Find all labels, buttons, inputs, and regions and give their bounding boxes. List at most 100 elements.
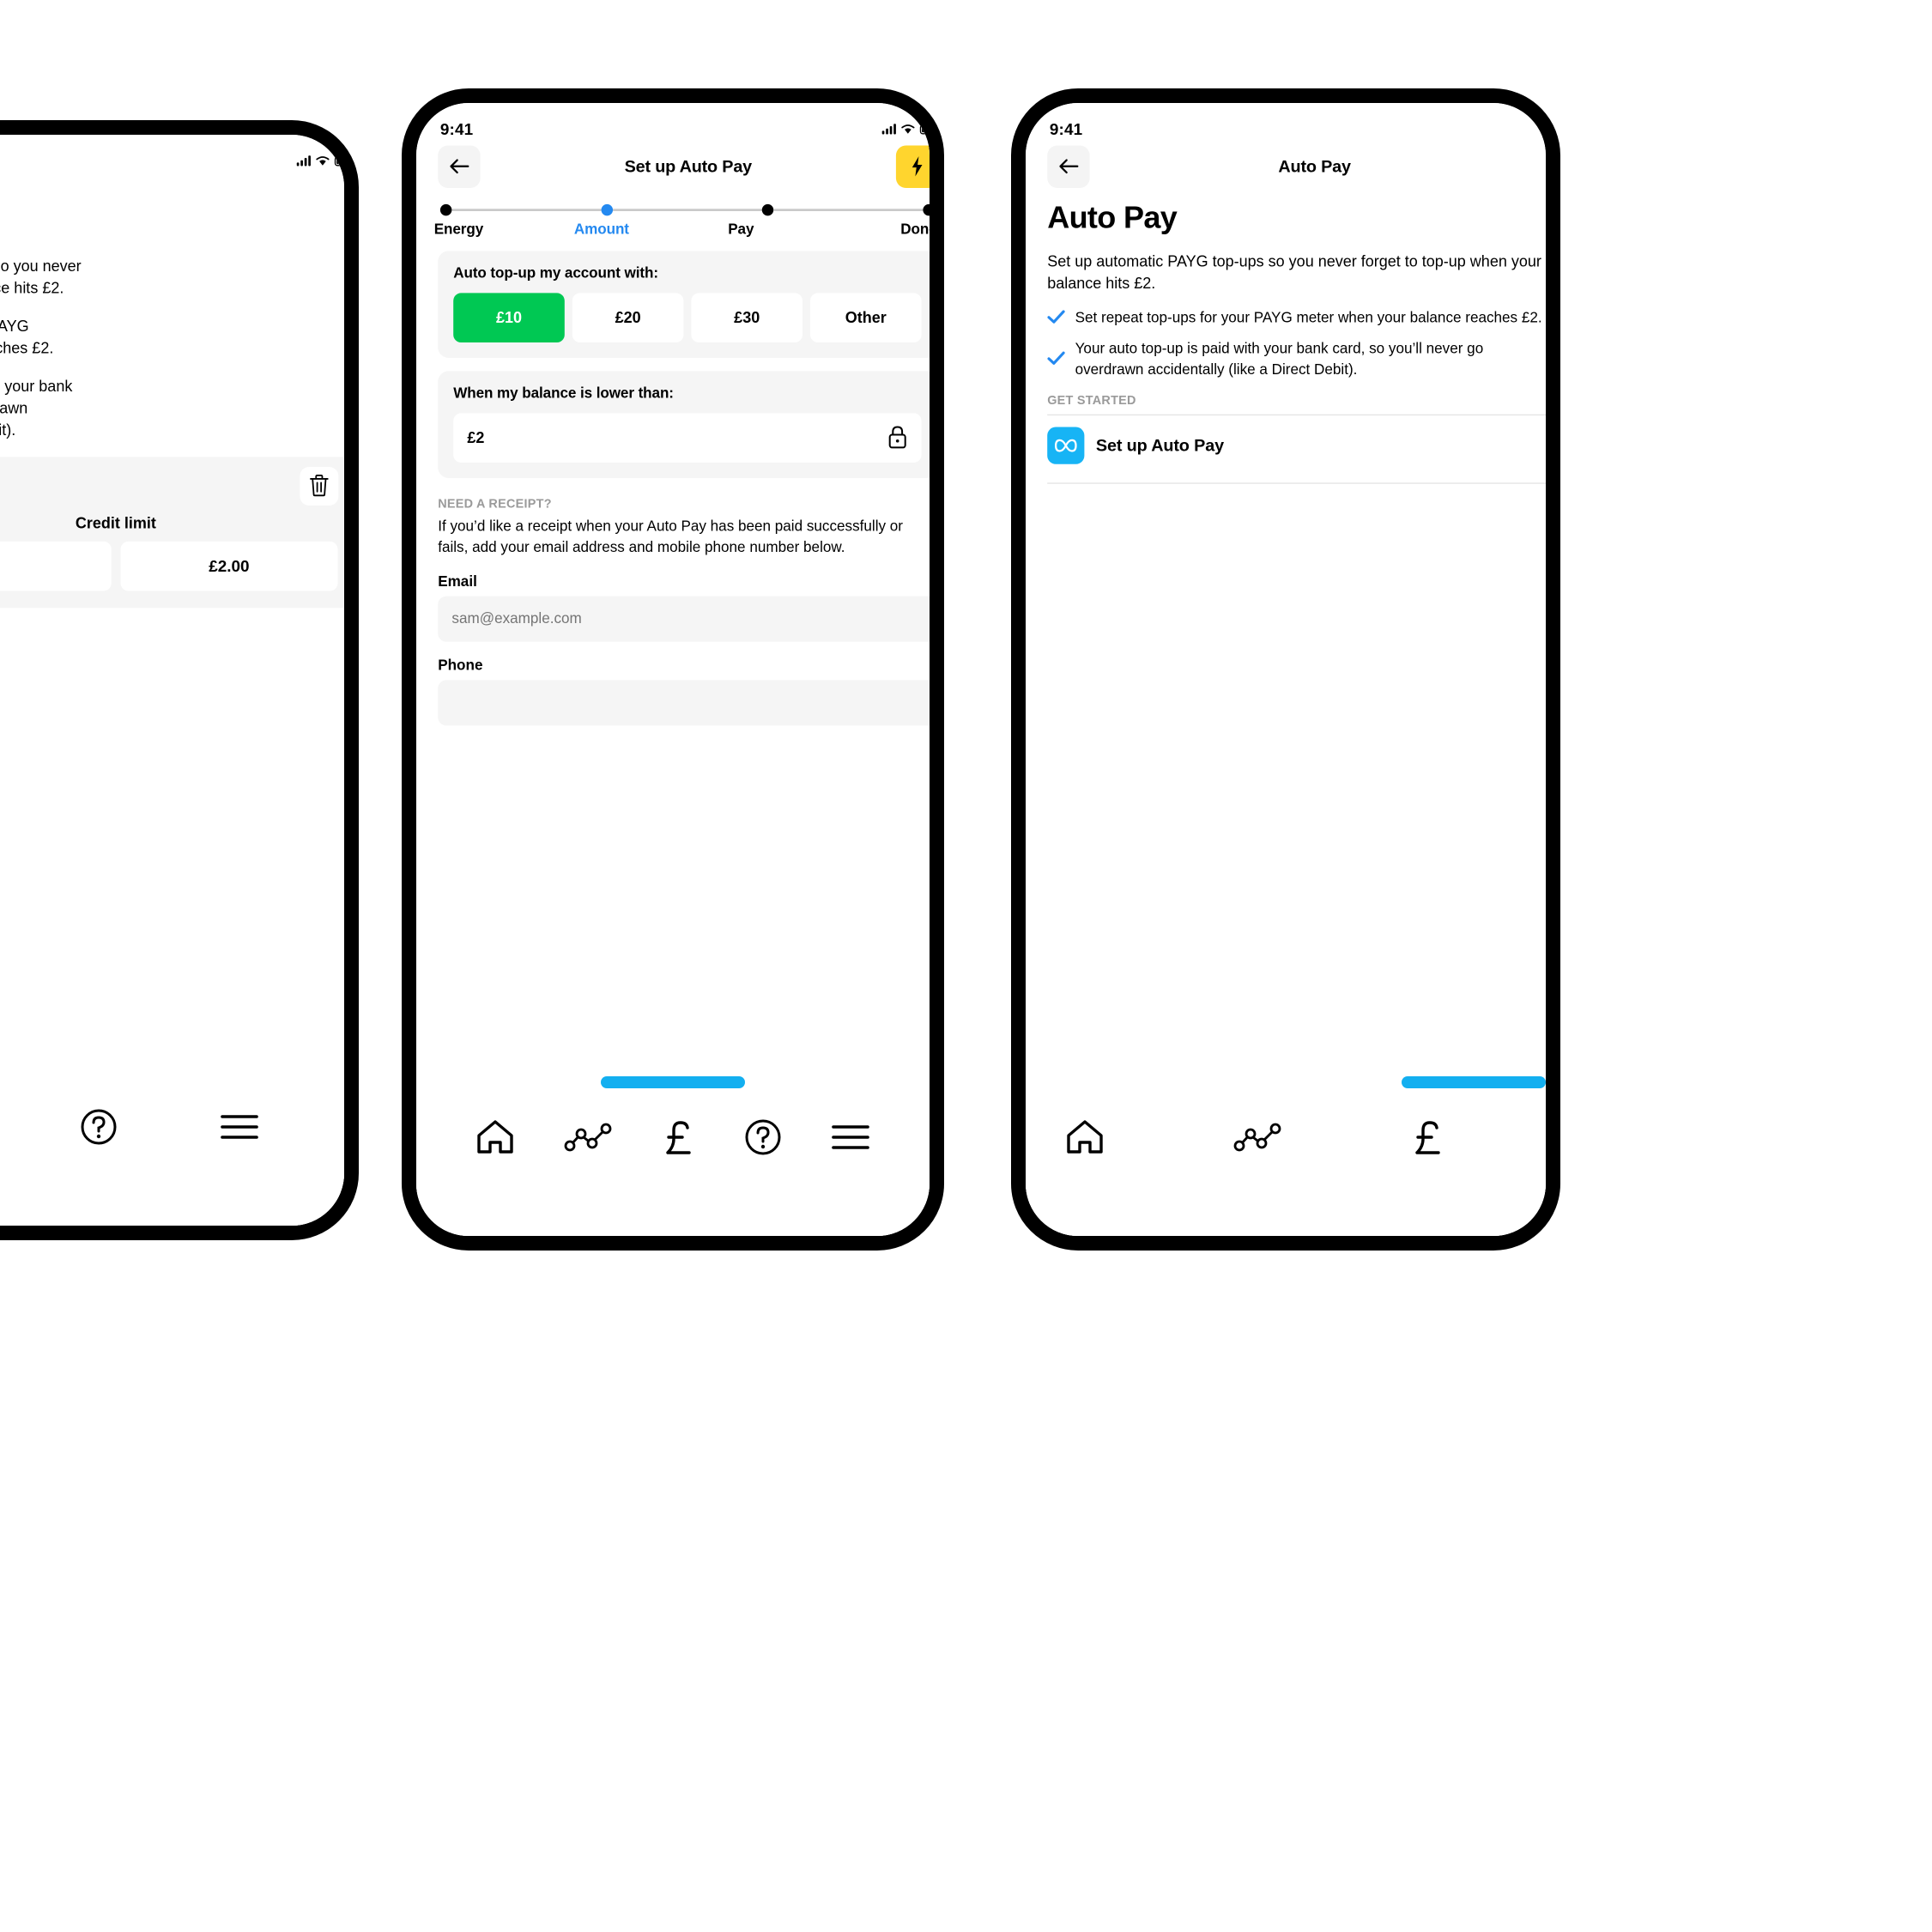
- phone-label: Phone: [438, 657, 483, 674]
- status-time: 9:41: [439, 119, 474, 138]
- auto-pay-intro: Set up automatic PAYG top-ups so you nev…: [1047, 252, 1541, 292]
- get-started-kicker: GET STARTED: [1047, 393, 1136, 408]
- left-copy-1: c PAYG top-ups so you never when your ba…: [0, 257, 82, 297]
- status-bar: 9:41: [1026, 103, 1546, 140]
- balance-threshold-title: When my balance is lower than:: [453, 385, 674, 402]
- signal-bars-icon: [881, 124, 896, 135]
- topup-amount-title: Auto top-up my account with:: [453, 264, 658, 282]
- credit-limit-field-left[interactable]: [0, 541, 112, 591]
- quick-action-button[interactable]: [895, 145, 930, 188]
- amount-option-30[interactable]: £30: [691, 293, 802, 342]
- home-indicator: [601, 1076, 745, 1088]
- list-divider-bottom: [1047, 482, 1546, 484]
- infinity-icon: [1047, 427, 1085, 464]
- phone-input[interactable]: [438, 680, 930, 726]
- right-content: Auto Pay Set up automatic PAYG top-ups s…: [1026, 200, 1546, 484]
- email-input[interactable]: [438, 596, 930, 642]
- tab-pound[interactable]: [661, 1118, 695, 1156]
- trash-icon: [309, 475, 329, 498]
- auto-pay-heading: Auto Pay: [1047, 199, 1178, 234]
- battery-icon: [919, 124, 930, 135]
- tab-usage[interactable]: [564, 1123, 612, 1152]
- wifi-icon: [316, 156, 330, 167]
- tab-usage[interactable]: [1233, 1123, 1281, 1152]
- tab-help[interactable]: [80, 1108, 118, 1146]
- phone-left-screen: Auto Pay c PAYG top-ups so you never whe…: [0, 135, 344, 1226]
- check-icon: [1047, 310, 1065, 326]
- nav-bar: Auto Pay: [0, 172, 344, 218]
- step-dot-done[interactable]: [923, 203, 930, 216]
- middle-content: Auto top-up my account with: £10 £20 £30…: [416, 251, 930, 726]
- step-label-energy: Energy: [433, 221, 484, 238]
- phone-left: Auto Pay c PAYG top-ups so you never whe…: [0, 120, 359, 1240]
- list-item-set-up-auto-pay[interactable]: Set up Auto Pay: [1047, 415, 1546, 475]
- email-label: Email: [438, 573, 477, 590]
- amount-option-other[interactable]: Other: [810, 293, 922, 342]
- receipt-kicker: NEED A RECEIPT?: [438, 496, 552, 511]
- left-copy-3: op-up is paid with your bank ll never go…: [0, 378, 73, 439]
- balance-threshold-card: When my balance is lower than: £2: [438, 371, 930, 478]
- back-arrow-icon: [1058, 158, 1079, 176]
- step-label-amount: Amount: [573, 221, 629, 238]
- step-dot-pay[interactable]: [761, 203, 774, 216]
- delete-button[interactable]: [300, 466, 339, 506]
- tab-pound[interactable]: [1410, 1118, 1444, 1156]
- left-copy-2: op-ups for your PAYG your balance reache…: [0, 318, 54, 357]
- tab-menu[interactable]: [831, 1123, 870, 1152]
- step-label-done: Done: [900, 221, 930, 238]
- amount-option-10[interactable]: £10: [453, 293, 565, 342]
- back-button[interactable]: [438, 145, 481, 188]
- home-indicator: [1402, 1076, 1546, 1088]
- stepper-labels: Energy Amount Pay Done: [434, 221, 930, 238]
- status-bar: [0, 135, 344, 172]
- step-label-pay: Pay: [728, 221, 754, 238]
- back-button[interactable]: [1047, 145, 1090, 188]
- tab-bar: [0, 1063, 344, 1226]
- lightning-bolt-icon: [911, 155, 924, 179]
- credit-limit-card: Credit limit £2.00: [0, 457, 344, 609]
- status-time: 9:41: [1049, 119, 1083, 138]
- step-connector-2: [612, 209, 762, 211]
- benefit-text: Your auto top-up is paid with your bank …: [1075, 340, 1484, 378]
- phone-middle: 9:41 Set up Auto Pay Energy Amount Pay D…: [402, 88, 944, 1251]
- step-connector-3: [773, 209, 924, 211]
- tab-help[interactable]: [744, 1118, 782, 1156]
- amount-options: £10 £20 £30 Other: [453, 293, 922, 342]
- tab-bar: [1026, 1073, 1546, 1236]
- stepper-track: [438, 203, 930, 216]
- back-arrow-icon: [449, 158, 469, 176]
- status-bar: 9:41: [416, 103, 930, 140]
- benefit-text: Set repeat top-ups for your PAYG meter w…: [1075, 309, 1542, 326]
- balance-threshold-field[interactable]: £2: [453, 413, 922, 463]
- credit-limit-label: Credit limit: [75, 514, 156, 532]
- tab-home[interactable]: [475, 1118, 515, 1156]
- screenshot-stage: Auto Pay c PAYG top-ups so you never whe…: [0, 0, 1932, 1932]
- tab-bar: [416, 1073, 930, 1236]
- check-icon: [1047, 351, 1065, 367]
- phone-right-screen: 9:41 Auto Pay Auto Pay Set up automatic …: [1026, 103, 1546, 1236]
- list-item: Set repeat top-ups for your PAYG meter w…: [1047, 307, 1546, 328]
- step-dot-amount[interactable]: [601, 203, 613, 216]
- step-connector-1: [451, 209, 602, 211]
- amount-option-20[interactable]: £20: [572, 293, 684, 342]
- tab-home[interactable]: [1065, 1118, 1105, 1156]
- page-title: Set up Auto Pay: [624, 157, 753, 177]
- receipt-body: If you’d like a receipt when your Auto P…: [438, 518, 904, 555]
- tab-menu[interactable]: [220, 1112, 259, 1142]
- battery-icon: [334, 155, 344, 167]
- list-row-label: Set up Auto Pay: [1095, 436, 1224, 456]
- status-icons: [296, 155, 344, 167]
- page-title: Auto Pay: [1278, 157, 1351, 177]
- signal-bars-icon: [296, 155, 311, 167]
- status-icons: [881, 124, 930, 135]
- credit-limit-value[interactable]: £2.00: [120, 541, 338, 591]
- credit-limit-fields: £2.00: [0, 541, 338, 591]
- phone-right: 9:41 Auto Pay Auto Pay Set up automatic …: [1011, 88, 1560, 1251]
- phone-middle-screen: 9:41 Set up Auto Pay Energy Amount Pay D…: [416, 103, 930, 1236]
- step-dot-energy[interactable]: [439, 203, 452, 216]
- nav-bar: Set up Auto Pay: [416, 140, 930, 188]
- list-item: Your auto top-up is paid with your bank …: [1047, 338, 1546, 380]
- topup-amount-card: Auto top-up my account with: £10 £20 £30…: [438, 251, 930, 358]
- progress-stepper: Energy Amount Pay Done: [416, 186, 930, 238]
